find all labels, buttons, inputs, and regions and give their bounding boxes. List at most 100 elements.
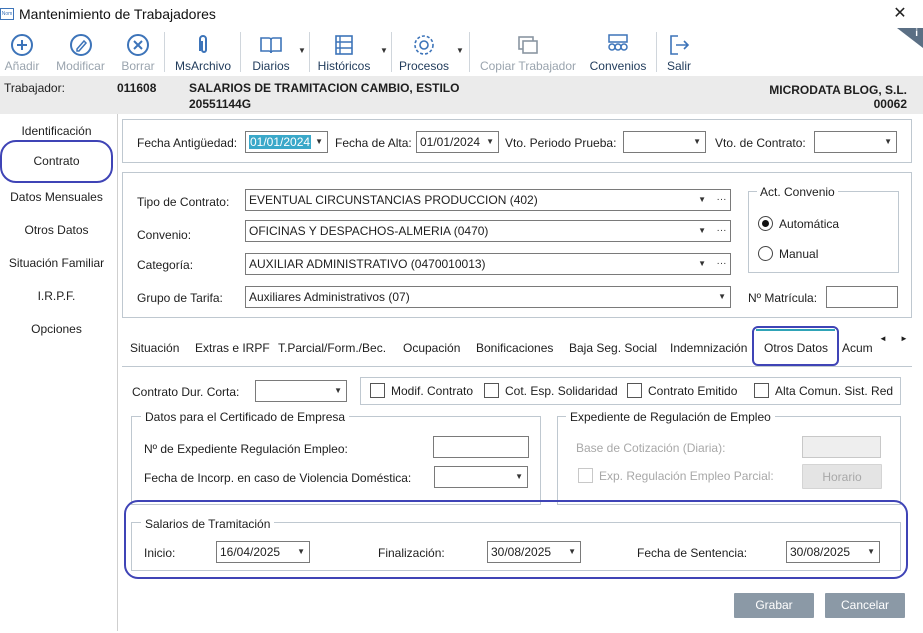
procesos-button[interactable]: Procesos [398, 28, 450, 76]
antiguedad-date-picker[interactable]: 01/01/2024 ▼ [245, 131, 328, 153]
tab-bonificaciones[interactable]: Bonificaciones [476, 341, 553, 355]
chevron-down-icon: ▼ [718, 292, 726, 301]
title-bar: Nom Mantenimiento de Trabajadores ✕ [0, 0, 923, 28]
toolbar-separator [240, 32, 241, 72]
delete-button[interactable]: Borrar [118, 28, 158, 76]
convenio-select[interactable]: OFICINAS Y DESPACHOS-ALMERIA (0470) ▼ ··· [245, 220, 731, 242]
toolbar: Añadir Modificar Borrar MsArchivo Diario… [0, 28, 923, 76]
nav-item-otros-datos[interactable]: Otros Datos [0, 223, 113, 237]
exit-button[interactable]: Salir [662, 28, 696, 76]
exp-parcial-checkbox[interactable] [578, 468, 593, 483]
tipo-contrato-select[interactable]: EVENTUAL CIRCUNSTANCIAS PRODUCCION (402)… [245, 189, 731, 211]
chevron-down-icon: ▼ [884, 137, 892, 146]
convenios-button[interactable]: Convenios [586, 28, 650, 76]
group-icon [608, 34, 628, 51]
nav-item-identificacion[interactable]: Identificación [0, 124, 113, 138]
exit-label: Salir [666, 59, 691, 73]
tab-situacion[interactable]: Situación [130, 341, 179, 355]
worker-name: SALARIOS DE TRAMITACION CAMBIO, ESTILO [189, 81, 460, 95]
dur-corta-select[interactable]: ▼ [255, 380, 347, 402]
tab-indemnizacion[interactable]: Indemnización [670, 341, 747, 355]
worker-label: Trabajador: [4, 81, 65, 95]
tab-scroll-left-icon[interactable]: ◄ [879, 334, 887, 343]
chevron-down-icon[interactable]: ▼ [298, 46, 306, 55]
certificado-title: Datos para el Certificado de Empresa [141, 410, 350, 424]
tab-extras-irpf[interactable]: Extras e IRPF [195, 341, 270, 355]
radio-manual[interactable] [758, 246, 773, 261]
radio-automatica[interactable] [758, 216, 773, 231]
modif-contrato-label: Modif. Contrato [391, 384, 474, 398]
diarios-button[interactable]: Diarios [249, 28, 293, 76]
nav-item-datos-mensuales[interactable]: Datos Mensuales [0, 190, 113, 204]
salarios-highlight [124, 500, 908, 579]
base-cotizacion-input[interactable] [802, 436, 881, 458]
app-icon: Nom [0, 8, 14, 20]
close-icon[interactable]: ✕ [888, 2, 912, 26]
copy-worker-button[interactable]: Copiar Trabajador [478, 28, 578, 76]
grupo-tarifa-value: Auxiliares Administrativos (07) [249, 290, 410, 304]
convenio-value: OFICINAS Y DESPACHOS-ALMERIA (0470) [249, 224, 489, 238]
gear-icon [414, 35, 434, 55]
act-convenio-title: Act. Convenio [757, 185, 838, 199]
tipo-contrato-label: Tipo de Contrato: [137, 195, 230, 209]
horario-button[interactable]: Horario [802, 464, 882, 489]
modif-contrato-checkbox[interactable] [370, 383, 385, 398]
grupo-tarifa-label: Grupo de Tarifa: [137, 291, 223, 305]
antiguedad-label: Fecha Antigüedad: [137, 136, 238, 150]
nav-item-irpf[interactable]: I.R.P.F. [0, 289, 113, 303]
save-button[interactable]: Grabar [734, 593, 814, 618]
historicos-label: Históricos [317, 59, 371, 73]
book-icon [260, 37, 282, 54]
add-button[interactable]: Añadir [2, 28, 42, 76]
delete-label: Borrar [121, 59, 155, 73]
copy-worker-label: Copiar Trabajador [479, 59, 577, 73]
tab-ocupacion[interactable]: Ocupación [403, 341, 460, 355]
grupo-tarifa-select[interactable]: Auxiliares Administrativos (07) ▼ [245, 286, 731, 308]
matricula-label: Nº Matrícula: [748, 291, 818, 305]
alta-date-picker[interactable]: 01/01/2024 ▼ [416, 131, 499, 153]
historicos-button[interactable]: Históricos [315, 28, 373, 76]
chevron-down-icon[interactable]: ▼ [380, 46, 388, 55]
chevron-down-icon: ▼ [515, 472, 523, 481]
categoria-select[interactable]: AUXILIAR ADMINISTRATIVO (0470010013) ▼ ··· [245, 253, 731, 275]
toolbar-separator [391, 32, 392, 72]
alta-value: 01/01/2024 [420, 135, 481, 149]
tab-tparcial[interactable]: T.Parcial/Form./Bec. [278, 341, 386, 355]
alta-comun-checkbox[interactable] [754, 383, 769, 398]
nav-item-contrato[interactable]: Contrato [0, 140, 113, 183]
nav-item-opciones[interactable]: Opciones [0, 322, 113, 336]
list-icon [335, 35, 353, 55]
tab-baja-seg-social[interactable]: Baja Seg. Social [569, 341, 657, 355]
manual-label: Manual [779, 247, 819, 261]
msarchivo-label: MsArchivo [174, 59, 231, 73]
more-icon[interactable]: ··· [712, 190, 730, 210]
periodo-prueba-label: Vto. Periodo Prueba: [505, 136, 617, 150]
chevron-down-icon: ▼ [698, 259, 706, 268]
modify-button[interactable]: Modificar [53, 28, 108, 76]
matricula-input[interactable] [826, 286, 898, 308]
tab-acum[interactable]: Acum [842, 341, 873, 355]
vto-contrato-date-picker[interactable]: ▼ [814, 131, 897, 153]
chevron-down-icon: ▼ [698, 195, 706, 204]
msarchivo-button[interactable]: MsArchivo [172, 28, 234, 76]
violencia-date-picker[interactable]: ▼ [434, 466, 528, 488]
chevron-down-icon: ▼ [334, 386, 342, 395]
contrato-emitido-checkbox[interactable] [627, 383, 642, 398]
expediente-input[interactable] [433, 436, 529, 458]
antiguedad-value: 01/01/2024 [249, 135, 312, 149]
more-icon[interactable]: ··· [712, 254, 730, 274]
cot-esp-checkbox[interactable] [484, 383, 499, 398]
more-icon[interactable]: ··· [712, 221, 730, 241]
expediente-label: Nº de Expediente Regulación Empleo: [144, 442, 348, 456]
modify-label: Modificar [56, 59, 105, 73]
chevron-down-icon[interactable]: ▼ [456, 46, 464, 55]
periodo-prueba-date-picker[interactable]: ▼ [623, 131, 706, 153]
chevron-down-icon: ▼ [486, 137, 494, 146]
tab-highlight [752, 326, 839, 366]
cancel-button[interactable]: Cancelar [825, 593, 905, 618]
tab-scroll-right-icon[interactable]: ► [900, 334, 908, 343]
nav-item-situacion-familiar[interactable]: Situación Familiar [0, 256, 113, 270]
categoria-label: Categoría: [137, 258, 194, 272]
convenios-label: Convenios [589, 59, 647, 73]
contrato-emitido-label: Contrato Emitido [648, 384, 738, 398]
